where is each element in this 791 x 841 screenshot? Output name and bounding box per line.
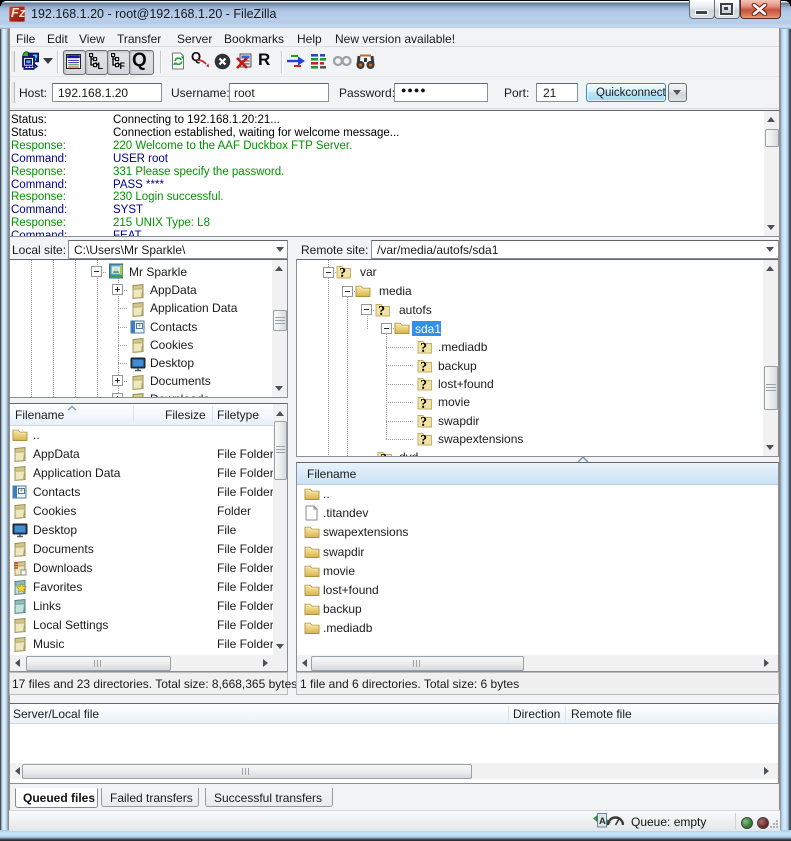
svg-text:F: F [120,61,126,70]
svg-text:A: A [599,816,606,827]
svg-text:L: L [98,61,104,70]
